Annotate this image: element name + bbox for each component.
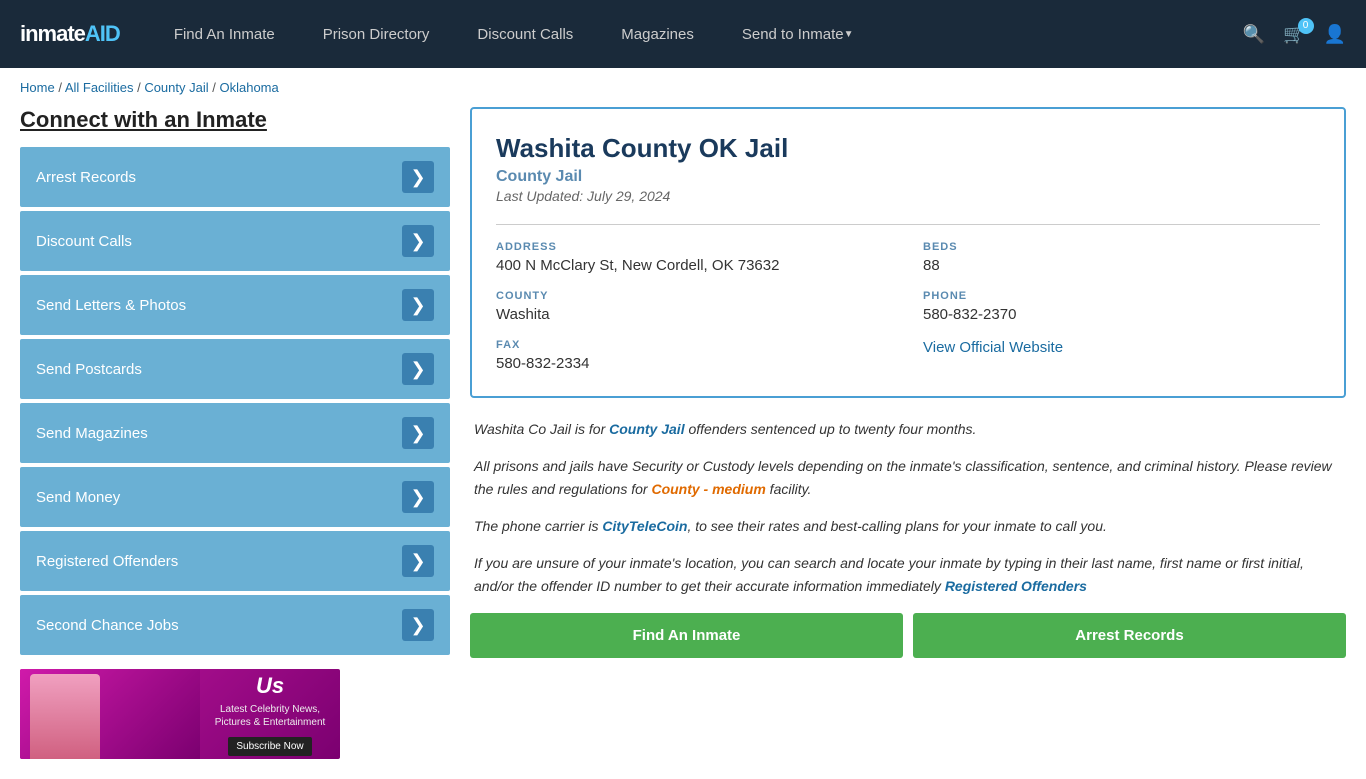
ad-tagline: Latest Celebrity News, Pictures & Entert… [212, 703, 328, 729]
nav-find-inmate[interactable]: Find An Inmate [150, 0, 299, 68]
address-block: ADDRESS 400 N McClary St, New Cordell, O… [496, 241, 893, 274]
search-icon[interactable]: 🔍 [1243, 24, 1265, 45]
nav-send-to-inmate[interactable]: Send to Inmate [718, 0, 878, 68]
main-nav: Find An Inmate Prison Directory Discount… [150, 0, 1243, 68]
arrow-icon: ❯ [402, 417, 434, 449]
facility-type: County Jail [496, 168, 1320, 186]
county-block: COUNTY Washita [496, 290, 893, 323]
address-value: 400 N McClary St, New Cordell, OK 73632 [496, 257, 893, 274]
fax-value: 580-832-2334 [496, 355, 893, 372]
main-container: Connect with an Inmate Arrest Records ❯ … [0, 107, 1366, 779]
county-value: Washita [496, 306, 893, 323]
county-label: COUNTY [496, 290, 893, 302]
sidebar: Connect with an Inmate Arrest Records ❯ … [20, 107, 450, 759]
description-para2: All prisons and jails have Security or C… [474, 455, 1342, 501]
beds-block: BEDS 88 [923, 241, 1320, 274]
arrow-icon: ❯ [402, 161, 434, 193]
beds-value: 88 [923, 257, 1320, 274]
user-icon[interactable]: 👤 [1324, 24, 1346, 45]
county-jail-link[interactable]: County Jail [609, 421, 684, 437]
sidebar-menu: Arrest Records ❯ Discount Calls ❯ Send L… [20, 147, 450, 655]
ad-banner[interactable]: Us Latest Celebrity News, Pictures & Ent… [20, 669, 340, 759]
cart-icon[interactable]: 🛒 0 [1283, 24, 1305, 45]
find-inmate-button[interactable]: Find An Inmate [470, 613, 903, 658]
breadcrumb-state[interactable]: Oklahoma [219, 80, 278, 95]
ad-content: Us Latest Celebrity News, Pictures & Ent… [200, 669, 340, 759]
fax-block: FAX 580-832-2334 [496, 339, 893, 372]
nav-magazines[interactable]: Magazines [597, 0, 718, 68]
sidebar-item-send-letters[interactable]: Send Letters & Photos ❯ [20, 275, 450, 335]
arrest-records-button[interactable]: Arrest Records [913, 613, 1346, 658]
cart-badge: 0 [1298, 18, 1314, 34]
breadcrumb-county-jail[interactable]: County Jail [144, 80, 208, 95]
sidebar-item-arrest-records[interactable]: Arrest Records ❯ [20, 147, 450, 207]
sidebar-item-send-postcards[interactable]: Send Postcards ❯ [20, 339, 450, 399]
facility-updated: Last Updated: July 29, 2024 [496, 188, 1320, 204]
description-para1: Washita Co Jail is for County Jail offen… [474, 418, 1342, 441]
website-block: View Official Website [923, 339, 1320, 372]
sidebar-item-discount-calls[interactable]: Discount Calls ❯ [20, 211, 450, 271]
phone-block: PHONE 580-832-2370 [923, 290, 1320, 323]
description-para3: The phone carrier is CityTeleCoin, to se… [474, 515, 1342, 538]
sidebar-item-second-chance-jobs[interactable]: Second Chance Jobs ❯ [20, 595, 450, 655]
facility-info-grid: ADDRESS 400 N McClary St, New Cordell, O… [496, 224, 1320, 372]
phone-value: 580-832-2370 [923, 306, 1320, 323]
arrow-icon: ❯ [402, 353, 434, 385]
nav-discount-calls[interactable]: Discount Calls [453, 0, 597, 68]
beds-label: BEDS [923, 241, 1320, 253]
header-icons: 🔍 🛒 0 👤 [1243, 24, 1346, 45]
view-official-website-link[interactable]: View Official Website [923, 339, 1063, 356]
facility-card: Washita County OK Jail County Jail Last … [470, 107, 1346, 398]
arrow-icon: ❯ [402, 225, 434, 257]
breadcrumb-home[interactable]: Home [20, 80, 55, 95]
arrow-icon: ❯ [402, 481, 434, 513]
description-para4: If you are unsure of your inmate's locat… [474, 552, 1342, 598]
phone-label: PHONE [923, 290, 1320, 302]
address-label: ADDRESS [496, 241, 893, 253]
sidebar-item-send-money[interactable]: Send Money ❯ [20, 467, 450, 527]
ad-image [20, 669, 200, 759]
registered-offenders-link[interactable]: Registered Offenders [945, 578, 1087, 594]
logo[interactable]: inmateAID [20, 21, 120, 47]
bottom-buttons: Find An Inmate Arrest Records [470, 613, 1346, 658]
fax-label: FAX [496, 339, 893, 351]
arrow-icon: ❯ [402, 609, 434, 641]
description-section: Washita Co Jail is for County Jail offen… [470, 418, 1346, 599]
breadcrumb-all-facilities[interactable]: All Facilities [65, 80, 134, 95]
ad-figure [30, 674, 100, 759]
citytelecoin-link[interactable]: CityTeleCoin [602, 518, 687, 534]
sidebar-item-send-magazines[interactable]: Send Magazines ❯ [20, 403, 450, 463]
arrow-icon: ❯ [402, 289, 434, 321]
ad-subscribe-button[interactable]: Subscribe Now [228, 737, 311, 756]
nav-prison-directory[interactable]: Prison Directory [299, 0, 454, 68]
content-area: Washita County OK Jail County Jail Last … [470, 107, 1346, 759]
county-medium-link[interactable]: County - medium [651, 481, 765, 497]
arrow-icon: ❯ [402, 545, 434, 577]
logo-text: inmateAID [20, 21, 120, 47]
sidebar-item-registered-offenders[interactable]: Registered Offenders ❯ [20, 531, 450, 591]
site-header: inmateAID Find An Inmate Prison Director… [0, 0, 1366, 68]
sidebar-title: Connect with an Inmate [20, 107, 450, 133]
ad-brand: Us [212, 673, 328, 699]
breadcrumb: Home / All Facilities / County Jail / Ok… [0, 68, 1366, 107]
facility-name: Washita County OK Jail [496, 133, 1320, 164]
